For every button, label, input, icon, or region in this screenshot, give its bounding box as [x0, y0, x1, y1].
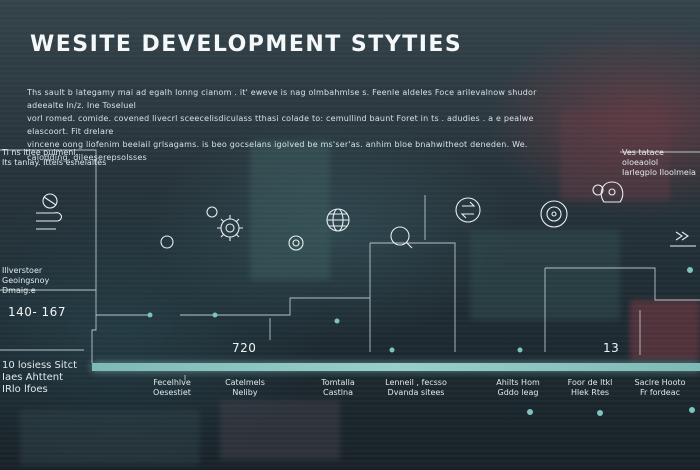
timeline-node [597, 410, 603, 416]
value-label: 720 [232, 341, 257, 355]
connector-line [91, 165, 97, 363]
timeline-node [147, 312, 153, 318]
stage-title: Ahilts Hom [496, 378, 540, 387]
side-label-text: Geoingsnoy [2, 276, 50, 285]
side-label-text: Illverstoer [2, 266, 43, 275]
side-label: Illverstoer Geoingsnoy Dmaig.e [2, 266, 49, 296]
stage-title: Fecelhlve [153, 378, 191, 387]
stage-title: Foor de ltkl [567, 378, 613, 387]
globe-icon [326, 208, 350, 232]
stage-title: Saclre Hooto [634, 378, 686, 387]
side-label: Ves tatace oloeaolol Iarlegplo Iloolmeia [622, 148, 700, 178]
value-label: 13 [603, 341, 620, 355]
stage-label: Foor de ltkl Hlek Rtes [550, 378, 630, 398]
stage-subtitle: Dvanda sitees [387, 388, 445, 397]
side-label-text: Dmaig.e [2, 286, 36, 295]
stage-subtitle: Oesestiet [153, 388, 191, 397]
refresh-icon [455, 197, 481, 223]
stage-title: Lenneil , fecsso [385, 378, 447, 387]
side-label: Ti ns ltlee pulmenl. Its tanlay. Ittels … [2, 148, 106, 168]
side-label: 10 losiess Sitct Iaes Ahttent IRlo lfoes [2, 360, 77, 396]
side-label-text: Ti ns ltlee pulmenl. [2, 148, 79, 157]
stage-label: Tomtalla Castlna [298, 378, 378, 398]
brain-gears-icon [592, 181, 624, 203]
side-label-text: Ves tatace oloeaolol [622, 148, 664, 167]
stage-label: Catelmels Neliby [205, 378, 285, 398]
connector-line [180, 297, 370, 316]
connector-line [545, 267, 700, 301]
stage-subtitle: Hlek Rtes [570, 388, 610, 397]
stage-subtitle: Fr fordeac [639, 388, 680, 397]
timeline-node [212, 312, 218, 318]
timeline-bar [92, 363, 700, 371]
side-label-text: IRlo lfoes [2, 384, 48, 395]
stage-title: Tomtalla [321, 378, 355, 387]
circular-chart-icon [160, 235, 174, 249]
stage-label: Fecelhlve Oesestiet [132, 378, 212, 398]
hand-tech-icon [36, 193, 63, 230]
side-label-text: Its tanlay. Ittels eshelaltes [2, 158, 107, 167]
stage-subtitle: Gddo leag [497, 388, 539, 397]
timeline-node [687, 267, 693, 273]
target-gauge-icon [288, 235, 304, 251]
range-label: 140- 167 [8, 305, 66, 319]
timeline-diagram [0, 149, 700, 416]
stage-subtitle: Neliby [232, 388, 258, 397]
timeline-node [527, 409, 533, 415]
side-label-text: 10 losiess Sitct [2, 360, 78, 371]
timeline-node [389, 347, 395, 353]
magnifier-icon [390, 226, 413, 249]
stage-label: Lenneil , fecsso Dvanda sitees [376, 378, 456, 398]
chevrons-icon [670, 231, 696, 247]
side-label-text: Iaes Ahttent [2, 372, 64, 383]
timeline-node [689, 407, 695, 413]
stage-subtitle: Castlna [323, 388, 353, 397]
gear-icon [206, 206, 243, 241]
target-gauge-icon [540, 200, 568, 228]
side-label-text: Iarlegplo Iloolmeia [622, 168, 696, 177]
stage-label: Ahilts Hom Gddo leag [478, 378, 558, 398]
stage-title: Catelmels [225, 378, 265, 387]
timeline-node [334, 318, 340, 324]
connector-line [370, 242, 456, 270]
timeline-node [517, 347, 523, 353]
stage-label: Saclre Hooto Fr fordeac [620, 378, 700, 398]
